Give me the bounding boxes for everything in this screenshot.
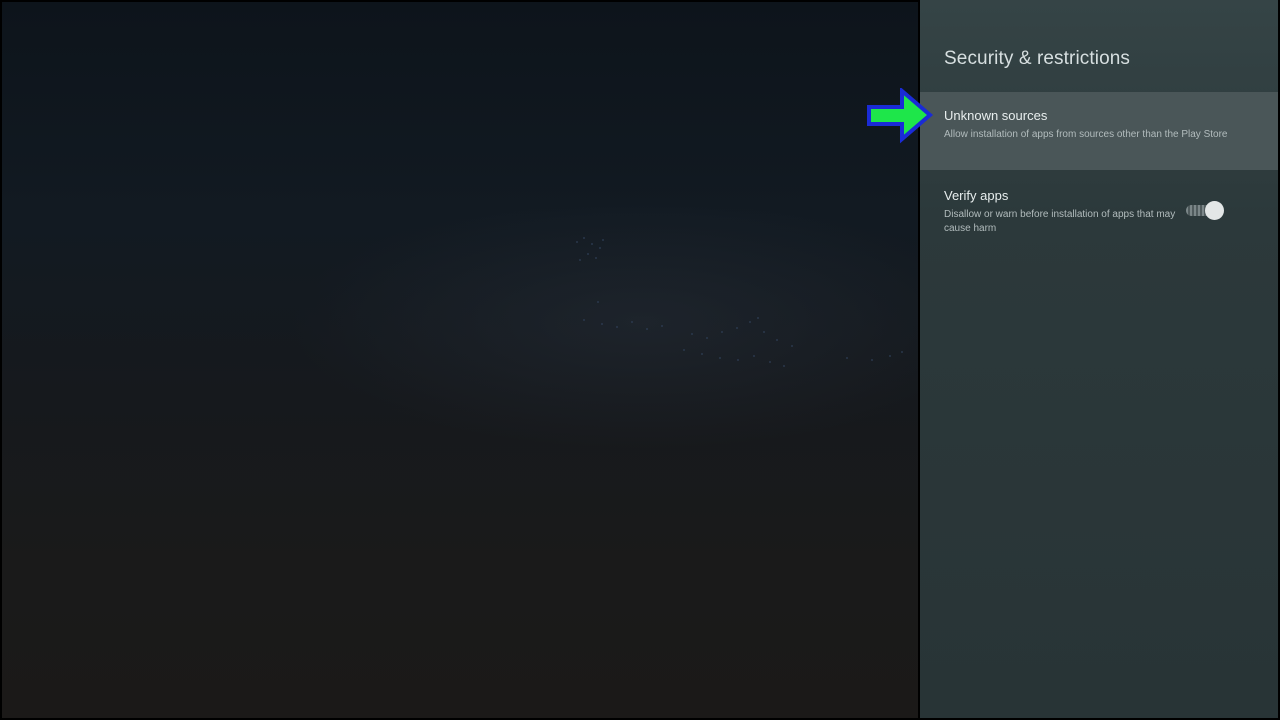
green-arrow-icon	[867, 88, 934, 144]
background-dots	[576, 237, 903, 367]
setting-title: Unknown sources	[944, 108, 1048, 123]
setting-description: Allow installation of apps from sources …	[944, 129, 1228, 140]
setting-verify-apps[interactable]: Verify apps Disallow or warn before inst…	[920, 172, 1278, 250]
verify-apps-toggle[interactable]	[1186, 201, 1224, 220]
settings-panel: Security & restrictions Unknown sources …	[920, 0, 1280, 720]
panel-title: Security & restrictions	[944, 48, 1131, 69]
toggle-knob	[1205, 201, 1224, 220]
setting-title: Verify apps	[944, 188, 1009, 203]
setting-unknown-sources[interactable]: Unknown sources Allow installation of ap…	[920, 92, 1278, 170]
background-scene	[0, 0, 920, 720]
tv-screen: Security & restrictions Unknown sources …	[0, 0, 1280, 720]
setting-description: Disallow or warn before installation of …	[944, 209, 1176, 234]
